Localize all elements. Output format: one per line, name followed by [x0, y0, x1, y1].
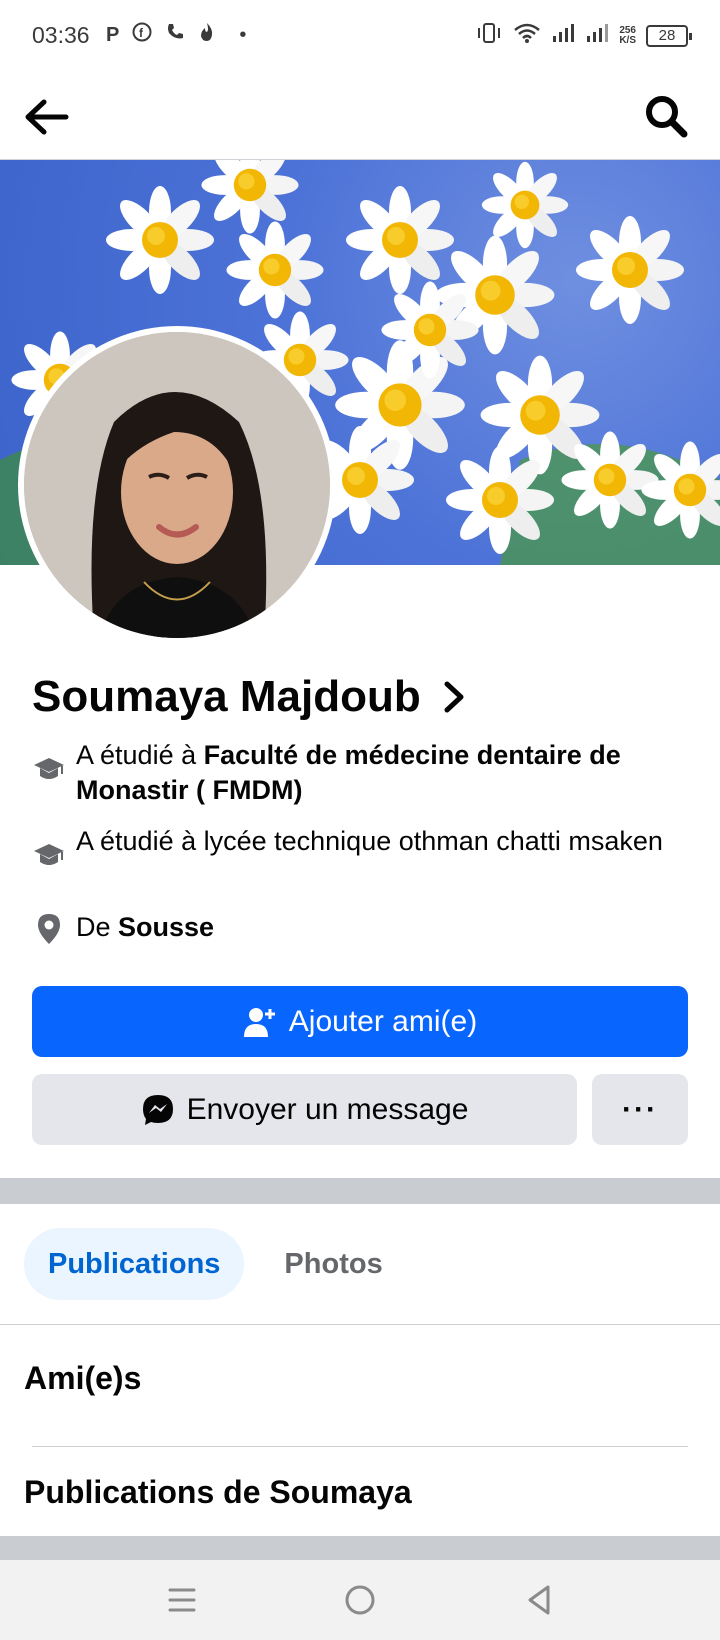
arrow-left-icon	[25, 99, 69, 135]
info-prefix: De	[76, 912, 119, 942]
back-button[interactable]	[22, 92, 72, 142]
section-separator	[32, 1446, 688, 1447]
status-bar: 03:36 P f • 256 K/S 28	[0, 0, 720, 72]
profile-name: Soumaya Majdoub	[32, 672, 421, 721]
add-person-icon	[243, 1007, 275, 1037]
messenger-icon	[142, 1094, 173, 1125]
tab-publications-label: Publications	[48, 1247, 221, 1280]
send-message-label: Envoyer un message	[186, 1092, 469, 1126]
info-education-1-text: A étudié à Faculté de médecine dentaire …	[76, 738, 692, 808]
info-prefix: A étudié à lycée technique othman chatti…	[76, 826, 663, 856]
notification-icons: P f •	[106, 22, 246, 48]
tab-publications[interactable]: Publications	[24, 1228, 245, 1300]
info-hometown: De Sousse	[32, 910, 692, 946]
search-button[interactable]	[642, 92, 690, 140]
tabs-divider	[0, 1324, 720, 1325]
home-circle-icon[interactable]	[340, 1580, 380, 1620]
section-divider	[0, 1178, 720, 1204]
svg-text:f: f	[139, 26, 144, 40]
location-pin-icon	[38, 914, 60, 944]
dot-icon: •	[239, 23, 247, 46]
graduation-cap-icon	[34, 758, 64, 779]
profile-name-row[interactable]: Soumaya Majdoub	[32, 672, 467, 722]
posts-section-title[interactable]: Publications de Soumaya	[24, 1474, 412, 1511]
battery-level: 28	[658, 27, 676, 44]
info-education-2-text: A étudié à lycée technique othman chatti…	[76, 824, 663, 859]
tab-photos-label: Photos	[284, 1247, 383, 1280]
bottom-section-divider	[0, 1536, 720, 1560]
flame-icon	[198, 22, 216, 48]
back-triangle-icon[interactable]	[520, 1580, 560, 1620]
menu-icon[interactable]	[162, 1580, 202, 1620]
facebook-icon: f	[132, 22, 152, 48]
add-friend-button[interactable]: Ajouter ami(e)	[32, 986, 688, 1057]
search-icon	[646, 96, 688, 138]
parking-icon: P	[106, 23, 120, 46]
info-prefix: A étudié à	[76, 740, 204, 770]
status-time: 03:36	[32, 22, 90, 48]
info-hometown-text: De Sousse	[76, 910, 214, 945]
battery-icon: 28	[646, 24, 692, 47]
friends-section-title[interactable]: Ami(e)s	[24, 1360, 141, 1397]
profile-picture[interactable]	[18, 326, 336, 644]
tab-photos[interactable]: Photos	[260, 1228, 406, 1300]
hometown-link[interactable]: Sousse	[118, 912, 214, 942]
profile-tabs: Publications Photos	[24, 1228, 407, 1300]
send-message-button[interactable]: Envoyer un message	[32, 1074, 577, 1145]
info-education-1: A étudié à Faculté de médecine dentaire …	[32, 738, 692, 808]
graduation-cap-icon	[34, 844, 64, 865]
wifi-icon	[513, 22, 541, 49]
add-friend-label: Ajouter ami(e)	[288, 1004, 478, 1038]
avatar-photo	[24, 332, 330, 638]
signal-icon-2	[585, 22, 609, 49]
more-options-button[interactable]: ···	[592, 1074, 688, 1145]
speed-unit: K/S	[619, 34, 636, 46]
signal-icon-1	[551, 22, 575, 49]
vibrate-icon	[475, 22, 503, 49]
more-dots-icon: ···	[622, 1092, 658, 1126]
info-education-2: A étudié à lycée technique othman chatti…	[32, 824, 692, 872]
chevron-right-icon	[444, 681, 464, 713]
top-navigation	[0, 72, 720, 160]
network-speed: 256 K/S	[619, 25, 636, 46]
phone-icon	[165, 22, 185, 48]
system-icons: 256 K/S 28	[475, 22, 692, 49]
system-navigation-bar	[0, 1560, 720, 1640]
